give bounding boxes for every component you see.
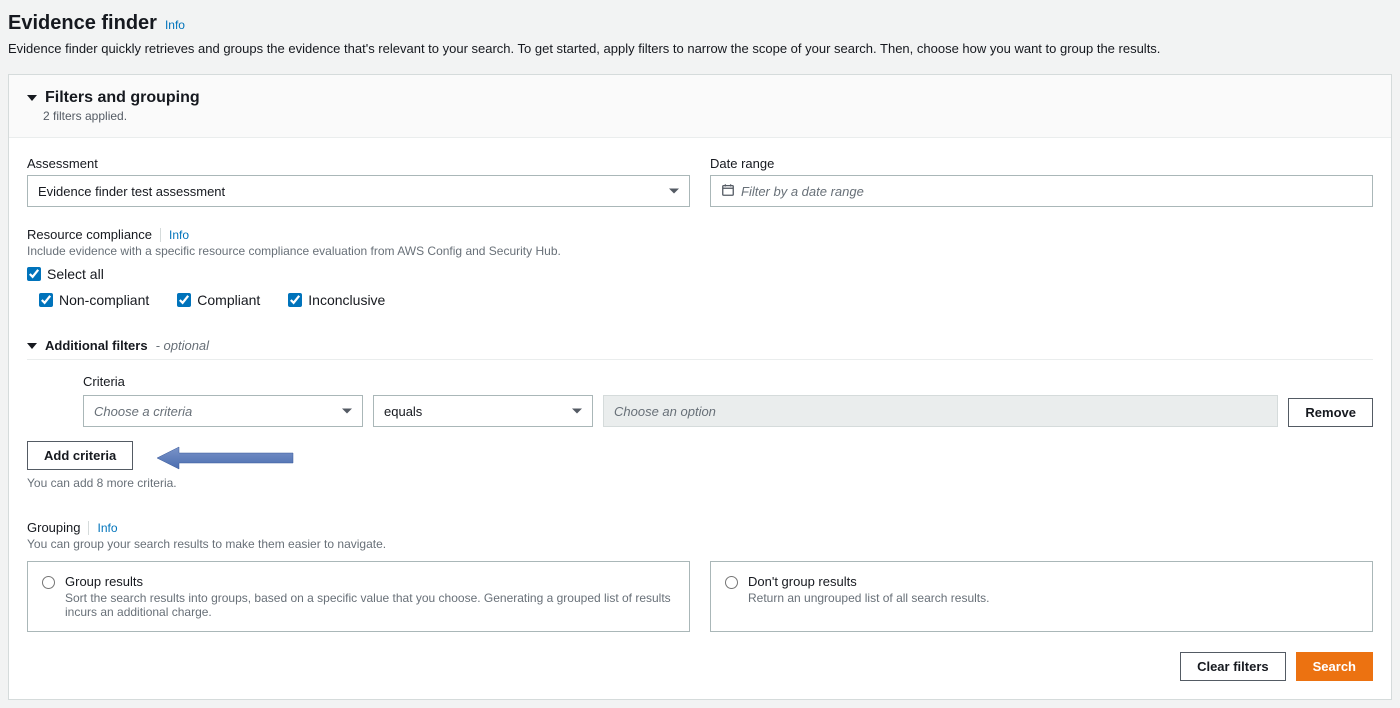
- criteria-select[interactable]: Choose a criteria: [83, 395, 363, 427]
- date-range-placeholder: Filter by a date range: [741, 184, 864, 199]
- date-range-label: Date range: [710, 156, 1373, 171]
- clear-filters-button[interactable]: Clear filters: [1180, 652, 1286, 681]
- caret-down-icon: [27, 343, 37, 349]
- operator-value: equals: [384, 404, 422, 419]
- additional-filters-optional: - optional: [156, 338, 209, 353]
- inconclusive-label: Inconclusive: [308, 292, 385, 308]
- chevron-down-icon: [669, 189, 679, 194]
- resource-compliance-desc: Include evidence with a specific resourc…: [27, 244, 1373, 258]
- non-compliant-label: Non-compliant: [59, 292, 149, 308]
- grouping-desc: You can group your search results to mak…: [27, 537, 1373, 551]
- dont-group-results-title: Don't group results: [748, 574, 989, 589]
- grouping-label: Grouping: [27, 520, 80, 535]
- chevron-down-icon: [572, 409, 582, 414]
- pointer-arrow-icon: [157, 445, 297, 471]
- compliant-checkbox[interactable]: [177, 293, 191, 307]
- page-title: Evidence finder: [8, 12, 157, 35]
- info-link[interactable]: Info: [165, 18, 185, 32]
- divider: [160, 228, 161, 242]
- remove-criteria-button[interactable]: Remove: [1288, 398, 1373, 427]
- add-criteria-desc: You can add 8 more criteria.: [27, 476, 1373, 490]
- calendar-icon: [721, 183, 735, 200]
- non-compliant-checkbox[interactable]: [39, 293, 53, 307]
- group-results-radio[interactable]: [42, 576, 55, 589]
- grouping-info[interactable]: Info: [97, 521, 117, 535]
- select-all-label: Select all: [47, 266, 104, 282]
- criteria-row: Choose a criteria equals Choose an optio…: [27, 395, 1373, 427]
- assessment-value: Evidence finder test assessment: [38, 184, 225, 199]
- date-range-input[interactable]: Filter by a date range: [710, 175, 1373, 207]
- group-results-option[interactable]: Group results Sort the search results in…: [27, 561, 690, 632]
- resource-compliance-info[interactable]: Info: [169, 228, 189, 242]
- page-description: Evidence finder quickly retrieves and gr…: [8, 41, 1392, 56]
- panel-header[interactable]: Filters and grouping 2 filters applied.: [9, 75, 1391, 138]
- criteria-label: Criteria: [27, 374, 1373, 389]
- add-criteria-button[interactable]: Add criteria: [27, 441, 133, 470]
- dont-group-results-desc: Return an ungrouped list of all search r…: [748, 591, 989, 605]
- compliant-label: Compliant: [197, 292, 260, 308]
- group-results-title: Group results: [65, 574, 675, 589]
- filters-panel: Filters and grouping 2 filters applied. …: [8, 74, 1392, 700]
- option-select: Choose an option: [603, 395, 1278, 427]
- select-all-checkbox[interactable]: [27, 267, 41, 281]
- search-button[interactable]: Search: [1296, 652, 1373, 681]
- dont-group-results-radio[interactable]: [725, 576, 738, 589]
- additional-filters-title: Additional filters: [45, 338, 148, 353]
- panel-subtitle: 2 filters applied.: [43, 109, 1373, 123]
- additional-filters-header[interactable]: Additional filters - optional: [27, 338, 1373, 360]
- divider: [88, 521, 89, 535]
- operator-select[interactable]: equals: [373, 395, 593, 427]
- criteria-placeholder: Choose a criteria: [94, 404, 192, 419]
- page-header: Evidence finder Info Evidence finder qui…: [8, 8, 1392, 64]
- inconclusive-checkbox[interactable]: [288, 293, 302, 307]
- option-placeholder: Choose an option: [614, 404, 716, 419]
- assessment-select[interactable]: Evidence finder test assessment: [27, 175, 690, 207]
- panel-body: Assessment Evidence finder test assessme…: [9, 138, 1391, 699]
- group-results-desc: Sort the search results into groups, bas…: [65, 591, 675, 619]
- dont-group-results-option[interactable]: Don't group results Return an ungrouped …: [710, 561, 1373, 632]
- assessment-label: Assessment: [27, 156, 690, 171]
- panel-title: Filters and grouping: [45, 89, 200, 107]
- resource-compliance-label: Resource compliance: [27, 227, 152, 242]
- chevron-down-icon: [342, 409, 352, 414]
- caret-down-icon: [27, 95, 37, 101]
